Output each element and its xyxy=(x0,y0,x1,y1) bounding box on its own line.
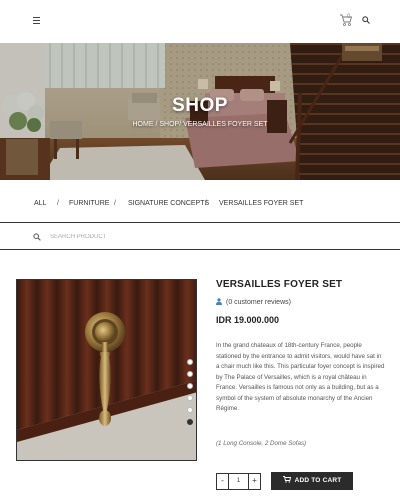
gallery-dot[interactable] xyxy=(187,359,193,365)
gallery-dot[interactable] xyxy=(187,383,193,389)
customer-reviews[interactable]: (0 customer reviews) xyxy=(216,298,291,306)
gallery-dot[interactable] xyxy=(187,395,193,401)
product-image[interactable] xyxy=(16,279,197,461)
quantity-decrease-button[interactable]: - xyxy=(217,474,228,489)
product-description: In the grand chateaux of 18th-century Fr… xyxy=(216,342,385,412)
product-set-note: (1 Long Console, 2 Dome Sofas) xyxy=(216,440,307,447)
quantity-stepper: - 1 + xyxy=(216,473,261,490)
search-product-input[interactable] xyxy=(50,230,350,244)
filter-all[interactable]: ALL xyxy=(34,200,46,207)
breadcrumb-separator: / xyxy=(155,121,158,128)
page-title: SHOP xyxy=(172,95,228,116)
breadcrumb: HOME / SHOP/ VERSAILLES FOYER SET xyxy=(0,121,400,128)
category-filter-bar: ALL / FURNITURE / SIGNATURE CONCEPTS / V… xyxy=(0,180,400,223)
breadcrumb-current: VERSAILLES FOYER SET xyxy=(183,121,268,128)
search-icon xyxy=(33,233,41,241)
hero-banner: SHOP HOME / SHOP/ VERSAILLES FOYER SET xyxy=(0,43,400,180)
product-search-bar xyxy=(0,224,400,250)
gallery-pagination xyxy=(187,359,193,431)
filter-furniture[interactable]: FURNITURE xyxy=(69,200,109,207)
add-to-cart-label: ADD TO CART xyxy=(294,477,342,484)
filter-separator: / xyxy=(205,200,207,207)
breadcrumb-shop[interactable]: SHOP xyxy=(159,121,179,128)
search-icon[interactable] xyxy=(362,16,370,24)
add-to-cart-button[interactable]: ADD TO CART xyxy=(271,472,353,490)
product-title: VERSAILLES FOYER SET xyxy=(216,279,343,290)
quantity-input[interactable]: 1 xyxy=(228,474,249,489)
filter-signature-concepts[interactable]: SIGNATURE CONCEPTS xyxy=(128,200,209,207)
reviews-label: (0 customer reviews) xyxy=(226,299,291,306)
user-icon xyxy=(216,298,222,305)
gallery-dot[interactable] xyxy=(187,407,193,413)
gallery-dot-active[interactable] xyxy=(187,419,193,425)
gallery-dot[interactable] xyxy=(187,371,193,377)
filter-separator: / xyxy=(57,200,59,207)
filter-versailles-foyer-set[interactable]: VERSAILLES FOYER SET xyxy=(219,200,303,207)
breadcrumb-separator: / xyxy=(179,121,182,128)
quantity-increase-button[interactable]: + xyxy=(249,474,260,489)
filter-separator: / xyxy=(114,200,116,207)
product-price: IDR 19.000.000 xyxy=(216,315,280,325)
hamburger-menu-icon[interactable] xyxy=(33,17,40,24)
cart-count-badge: 0 xyxy=(347,14,351,20)
shopping-cart-icon[interactable] xyxy=(339,13,353,27)
cart-icon xyxy=(282,476,291,483)
site-header: 0 xyxy=(0,0,400,43)
breadcrumb-home[interactable]: HOME xyxy=(132,121,153,128)
